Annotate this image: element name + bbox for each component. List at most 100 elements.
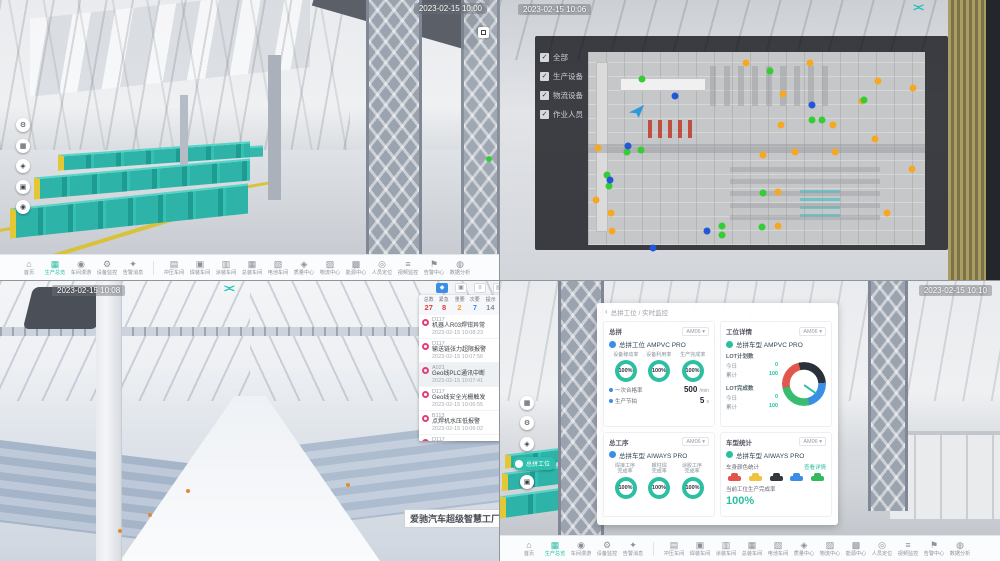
station-label-pill[interactable]: 总拼工位 [513,457,556,470]
map-entity-dot[interactable] [775,223,782,230]
toolbar-item[interactable]: ▩ 能源中心 [343,259,369,276]
alarm-list-item[interactable]: D117 涂胶系统胶量不足 2023-02-15 10:05:48 [419,435,500,441]
map-entity-dot[interactable] [775,189,782,196]
car-icon[interactable] [749,476,762,481]
toolbar-item[interactable]: ▦ 总装车间 [739,540,765,557]
layer-filter-item[interactable]: 作业人员 [540,109,610,120]
map-entity-dot[interactable] [719,232,726,239]
map-entity-dot[interactable] [760,151,767,158]
map-entity-dot[interactable] [819,116,826,123]
toolbar-item[interactable]: ✦ 告警消息 [120,259,146,276]
toolbar-item[interactable]: ▨ 物流中心 [317,259,343,276]
toolbar-item[interactable]: ≡ 视频监控 [395,259,421,276]
toolbar-item[interactable]: ◍ 数据分析 [947,540,973,557]
alarm-filter-button[interactable]: ▤ [493,283,500,293]
map-entity-dot[interactable] [607,177,614,184]
toolbar-item[interactable]: ⌂ 首页 [16,259,42,276]
toolbar-item[interactable]: ▨ 物流中心 [817,540,843,557]
toolbar-item[interactable]: ▦ 生产总览 [542,540,568,557]
alarm-filter-button[interactable]: ≡ [474,283,486,293]
toolbar-item[interactable]: ◈ 质量中心 [291,259,317,276]
station-select[interactable]: AM06 ▾ [682,327,709,336]
toolbar-item[interactable]: ▧ 电池车间 [765,540,791,557]
layer-filter-item[interactable]: 物流设备 [540,90,610,101]
toolbar-item[interactable]: ▦ 总装车间 [239,259,265,276]
map-entity-dot[interactable] [609,228,616,235]
toolbar-item[interactable]: ▤ 冲压车间 [661,540,687,557]
map-entity-dot[interactable] [625,143,632,150]
map-entity-dot[interactable] [704,228,711,235]
map-entity-dot[interactable] [593,197,600,204]
map-entity-dot[interactable] [830,121,837,128]
toolbar-item[interactable]: ▣ 焊装车间 [187,259,213,276]
map-entity-dot[interactable] [672,92,679,99]
map-entity-dot[interactable] [595,144,602,151]
map-entity-dot[interactable] [910,84,917,91]
back-chevron-icon[interactable]: ‹ [605,309,608,315]
station-marker[interactable]: ◈ [16,159,30,173]
checkbox-icon[interactable] [540,110,549,119]
map-entity-dot[interactable] [780,90,787,97]
station-marker[interactable]: ⚙ [520,416,534,430]
toolbar-item[interactable]: ◎ 人员定位 [369,259,395,276]
toolbar-item[interactable]: ◍ 数据分析 [447,259,473,276]
map-entity-dot[interactable] [759,224,766,231]
toolbar-item[interactable]: ◉ 车间漫游 [568,540,594,557]
car-icon[interactable] [811,476,824,481]
car-icon[interactable] [770,476,783,481]
station-marker[interactable]: ⚙ [16,118,30,132]
toolbar-item[interactable]: ▧ 电池车间 [265,259,291,276]
alarm-list-item[interactable]: D117 机器人R03焊钳异常 2023-02-15 10:08:23 [419,315,500,339]
alarm-stat[interactable]: 次要 7 [467,297,482,312]
layer-filter-item[interactable]: 全部 [540,52,610,63]
map-entity-dot[interactable] [638,147,645,154]
body-color-link[interactable]: 查看详情 [804,463,826,471]
station-marker[interactable]: ◉ [16,200,30,214]
station-marker[interactable]: ◈ [520,437,534,451]
map-entity-dot[interactable] [760,190,767,197]
car-icon[interactable] [790,476,803,481]
map-entity-dot[interactable] [809,101,816,108]
station-select[interactable]: AM06 ▾ [799,437,826,446]
toolbar-item[interactable]: ⚑ 告警中心 [921,540,947,557]
map-entity-dot[interactable] [792,149,799,156]
toolbar-item[interactable]: ▩ 能源中心 [843,540,869,557]
map-entity-dot[interactable] [809,116,816,123]
toolbar-item[interactable]: ≡ 视频监控 [895,540,921,557]
checkbox-icon[interactable] [540,91,549,100]
toolbar-item[interactable]: ◉ 车间漫游 [68,259,94,276]
station-marker[interactable]: ▦ [16,139,30,153]
map-entity-dot[interactable] [872,135,879,142]
layer-filter-item[interactable]: 生产设备 [540,71,610,82]
map-entity-dot[interactable] [639,75,646,82]
alarm-stat[interactable]: 重要 2 [452,297,467,312]
map-entity-dot[interactable] [608,210,615,217]
map-entity-dot[interactable] [778,122,785,129]
map-entity-dot[interactable] [743,59,750,66]
alarm-list-item[interactable]: B113 点焊机水压低报警 2023-02-15 10:06:02 [419,411,500,435]
toolbar-item[interactable]: ⌂ 首页 [516,540,542,557]
toolbar-item[interactable]: ✦ 告警消息 [620,540,646,557]
checkbox-icon[interactable] [540,72,549,81]
toolbar-item[interactable]: ◎ 人员定位 [869,540,895,557]
map-entity-dot[interactable] [909,166,916,173]
map-entity-dot[interactable] [884,210,891,217]
map-entity-dot[interactable] [861,96,868,103]
station-select[interactable]: AM06 ▾ [799,327,826,336]
map-entity-dot[interactable] [767,67,774,74]
alarm-filter-button[interactable]: ▣ [455,283,467,293]
toolbar-item[interactable]: ◈ 质量中心 [791,540,817,557]
alarm-filter-button[interactable]: ◆ [436,283,448,293]
toolbar-item[interactable]: ▥ 涂装车间 [213,259,239,276]
toolbar-item[interactable]: ⚙ 设备监控 [594,540,620,557]
fullscreen-icon[interactable] [478,27,489,38]
station-select[interactable]: AM06 ▾ [682,437,709,446]
toolbar-item[interactable]: ⚙ 设备监控 [94,259,120,276]
toolbar-item[interactable]: ⚑ 告警中心 [421,259,447,276]
car-icon[interactable] [728,476,741,481]
alarm-list-item[interactable]: D117 Geo线安全光栅触发 2023-02-15 10:06:55 [419,387,500,411]
map-entity-dot[interactable] [719,223,726,230]
station-marker[interactable]: ▣ [520,475,534,489]
alarm-list-item[interactable]: D117 输送链张力超限报警 2023-02-15 10:07:56 [419,339,500,363]
alarm-stat[interactable]: 总数 27 [421,297,436,312]
